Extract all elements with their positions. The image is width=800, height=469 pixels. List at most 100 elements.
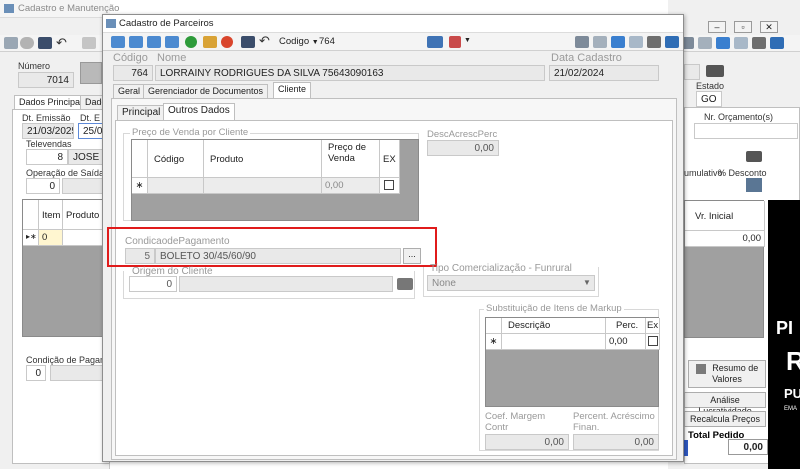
codigo-search-field[interactable]: 764 — [319, 36, 335, 47]
data-cadastro-field[interactable]: 21/02/2024 — [549, 65, 659, 81]
markup-header-ex[interactable]: Ex — [646, 318, 660, 334]
preco-header-codigo[interactable]: Código — [148, 140, 204, 178]
codigo-field[interactable]: 764 — [113, 65, 153, 81]
search-icon-right[interactable] — [746, 151, 762, 162]
undo-icon[interactable]: ↶ — [56, 35, 67, 51]
dialog-refresh-icon[interactable] — [611, 36, 625, 48]
preco-row-codigo[interactable] — [148, 178, 204, 194]
markup-row-perc[interactable]: 0,00 — [606, 334, 646, 350]
dialog-help-icon[interactable] — [629, 36, 643, 48]
markup-ex-checkbox[interactable] — [648, 336, 658, 346]
delete-icon[interactable] — [221, 36, 233, 48]
grid-row-item[interactable]: 0 — [39, 230, 63, 246]
nome-field[interactable]: LORRAINY RODRIGUES DA SILVA 75643090163 — [155, 65, 545, 81]
back-items-grid[interactable]: Item Produto ▸∗ 0 — [22, 199, 111, 337]
last-record-icon[interactable] — [165, 36, 179, 48]
preco-header-ex[interactable]: EX — [380, 140, 400, 178]
add-icon[interactable] — [185, 36, 197, 48]
calculator-icon[interactable] — [746, 178, 762, 192]
preco-header-produto[interactable]: Produto — [204, 140, 322, 178]
markup-header-perc[interactable]: Perc. — [606, 318, 646, 334]
settings-icon[interactable] — [752, 37, 766, 49]
first-record-icon[interactable] — [111, 36, 125, 48]
tipo-comercializacao-select[interactable]: None — [427, 275, 595, 291]
tab-geral[interactable]: Geral — [113, 84, 146, 98]
subtab-principal[interactable]: Principal — [117, 105, 166, 121]
dialog-exit-icon[interactable] — [665, 36, 679, 48]
tab-cliente[interactable]: Cliente — [273, 82, 312, 98]
search-person-icon[interactable] — [80, 62, 102, 84]
prev-record-icon[interactable] — [129, 36, 143, 48]
preco-row-produto[interactable] — [204, 178, 322, 194]
markup-row-ex[interactable] — [646, 334, 660, 350]
codigo-dropdown[interactable]: Codigo ▼ — [279, 36, 319, 47]
condicao-code-field[interactable]: 5 — [125, 248, 155, 264]
resumo-valores-button[interactable]: Resumo de Valores — [688, 360, 766, 388]
dialog-user-icon[interactable] — [647, 36, 661, 48]
right-window: ‒ ▫ ✕ Estado GO Nr. Orçamento(s) umulati… — [668, 0, 800, 469]
dialog-app-icon — [106, 19, 116, 28]
refresh-icon[interactable] — [716, 37, 730, 49]
numero-field[interactable]: 7014 — [18, 72, 74, 88]
save-icon[interactable] — [38, 37, 52, 49]
coef-margem-label: Coef. Margem Contr — [485, 411, 546, 433]
percent-acrescimo-field[interactable]: 0,00 — [573, 434, 659, 450]
orcamento-field — [694, 123, 798, 139]
edit-icon[interactable] — [203, 36, 217, 48]
vr-inicial-cell[interactable]: 0,00 — [685, 231, 765, 247]
analise-lucratividade-button[interactable]: Análise Lucratividade — [684, 392, 766, 416]
origem-desc-field — [179, 276, 393, 292]
tipo-chevron-down-icon[interactable]: ▼ — [583, 278, 591, 287]
chart-dropdown-icon[interactable]: ▼ — [464, 37, 471, 44]
tab-gerenciador-documentos[interactable]: Gerenciador de Documentos — [143, 84, 269, 98]
recalcula-precos-button[interactable]: Recalcula Preços — [684, 411, 766, 427]
vr-inicial-header[interactable]: Vr. Inicial — [685, 201, 765, 231]
subtab-outros-dados[interactable]: Outros Dados — [163, 103, 235, 121]
minimize-icon[interactable]: ‒ — [708, 21, 726, 33]
preco-header-preco-venda[interactable]: Preço de Venda — [322, 140, 380, 178]
help-icon[interactable] — [734, 37, 748, 49]
form-view-icon[interactable] — [427, 36, 443, 48]
dialog-title: Cadastro de Parceiros — [119, 18, 214, 29]
save-record-icon[interactable] — [241, 36, 255, 48]
operacao-field[interactable]: 0 — [26, 178, 60, 194]
preco-ex-checkbox[interactable] — [384, 180, 394, 190]
dt-emissao-field[interactable]: 21/03/2025 — [22, 123, 74, 139]
right-toolbar — [668, 35, 800, 52]
toolbar-more-icon[interactable] — [82, 37, 96, 49]
codigo-dropdown-label: Codigo — [279, 36, 310, 47]
desc-acresc-field[interactable]: 0,00 — [427, 140, 499, 156]
next-record-icon[interactable] — [147, 36, 161, 48]
preco-row-ex[interactable] — [380, 178, 400, 194]
markup-header-descricao[interactable]: Descrição — [502, 318, 606, 334]
condicao-browse-button[interactable]: ... — [403, 248, 421, 264]
estado-field[interactable]: GO — [696, 91, 722, 107]
dt-e-label: Dt. E — [80, 113, 101, 123]
markup-header-blank — [486, 318, 502, 334]
coef-margem-field[interactable]: 0,00 — [485, 434, 569, 450]
numero-label: Número — [18, 61, 51, 71]
dialog-print-icon[interactable] — [575, 36, 589, 48]
markup-row-marker: ∗ — [486, 334, 502, 350]
undo-record-icon[interactable]: ↶ — [259, 33, 270, 49]
maximize-icon[interactable]: ▫ — [734, 21, 752, 33]
condicao-pagamento-field[interactable]: 0 — [26, 365, 46, 381]
markup-row-descricao[interactable] — [502, 334, 606, 350]
tools-icon[interactable] — [698, 37, 712, 49]
chart-icon[interactable] — [449, 36, 461, 48]
markup-grid[interactable]: Descrição Perc. Ex ∗ 0,00 — [485, 317, 660, 407]
cancel-icon[interactable] — [20, 37, 34, 49]
preco-row-preco[interactable]: 0,00 — [322, 178, 380, 194]
exit-icon[interactable] — [770, 37, 784, 49]
origem-code-field[interactable]: 0 — [129, 276, 177, 292]
close-icon[interactable]: ✕ — [760, 21, 778, 33]
right-grid[interactable]: Vr. Inicial 0,00 — [684, 200, 765, 338]
grid-header-item[interactable]: Item — [39, 200, 63, 230]
preco-venda-grid[interactable]: Código Produto Preço de Venda EX ∗ 0,00 — [131, 139, 419, 221]
origem-search-icon[interactable] — [397, 278, 413, 290]
condicao-pagamento-desc — [50, 365, 110, 381]
grid-icon[interactable] — [4, 37, 18, 49]
dialog-tools-icon[interactable] — [593, 36, 607, 48]
search-person-icon-right[interactable] — [706, 65, 724, 77]
televendas-code-field[interactable]: 8 — [26, 149, 68, 165]
